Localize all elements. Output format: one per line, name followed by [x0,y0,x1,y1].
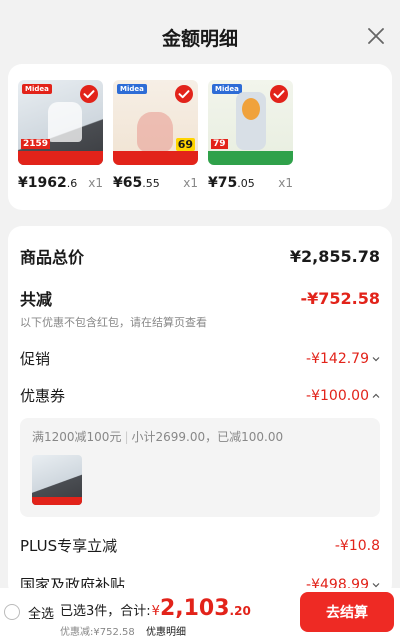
discount-text: 优惠减:¥752.58 [60,627,135,638]
promo-price-tag: 69 [175,138,195,151]
promo-price-tag: 2159 [21,139,51,149]
promo-value: -¥142.79 [306,350,369,367]
promo-band [113,151,198,165]
price-main: ¥1962 [18,175,67,191]
discount-detail-link[interactable]: 优惠明细 [146,623,186,638]
chevron-up-icon [372,393,380,398]
selected-text: 已选3件，合计: [60,604,151,619]
price-decimal: .55 [142,177,160,190]
total-row: 商品总价 ¥2,855.78 [20,226,380,268]
coupon-value-wrap: -¥100.00 [306,388,380,404]
blender-product-photo: Midea 79 [208,80,293,165]
total-summary: 已选3件，合计: ¥ 2,103 .20 [60,596,251,621]
product-meta: ¥75.05 x1 [208,175,293,191]
total-amount: 2,103 [159,596,230,621]
brand-badge: Midea [22,84,52,94]
price-decimal: .6 [66,177,78,190]
total-cents: .20 [229,604,251,618]
close-icon[interactable] [366,26,386,46]
total-currency: ¥ [151,604,160,619]
coupon-product-thumbnail [32,455,82,505]
coupon-value: -¥100.00 [306,387,369,404]
coupon-detail-panel: 满1200减100元 | 小计2699.00，已减100.00 [20,418,380,517]
plus-row: PLUS专享立减 -¥10.8 [20,535,380,556]
check-badge-icon [270,85,288,103]
coupon-rule: 满1200减100元 [32,430,122,444]
coupon-row[interactable]: 优惠券 -¥100.00 [20,385,380,406]
product-item[interactable]: Midea 79 ¥75.05 x1 [208,80,293,210]
product-meta: ¥65.55 x1 [113,175,198,191]
product-item[interactable]: Midea 69 ¥65.55 x1 [113,80,198,210]
product-price: ¥65.55 [113,175,160,191]
select-all-label[interactable]: 全选 [28,603,54,622]
product-quantity: x1 [88,176,103,190]
promo-label: 促销 [20,350,51,368]
reduce-row: 共减 -¥752.58 [20,286,380,310]
food-chopper-product-photo: Midea 69 [113,80,198,165]
sheet-header: 金额明细 [0,8,400,64]
promo-price-tag: 79 [211,139,228,149]
amount-breakdown: 商品总价 ¥2,855.78 共减 -¥752.58 以下优惠不包含红包，请在结… [8,226,392,598]
select-all-radio[interactable] [4,604,20,620]
product-shape [48,102,82,142]
promo-band [32,497,82,505]
reduce-value: -¥752.58 [300,288,380,308]
amount-detail-sheet: 金额明细 Midea 2159 ¥1962.6 x1 Midea 69 ¥65.… [0,8,400,598]
product-quantity: x1 [278,176,293,190]
promo-band [208,151,293,165]
check-badge-icon [80,85,98,103]
coupon-calc: 小计2699.00，已减100.00 [131,430,284,444]
product-meta: ¥1962.6 x1 [18,175,103,191]
price-decimal: .05 [237,177,255,190]
product-shape-fruit [242,98,260,120]
product-item[interactable]: Midea 2159 ¥1962.6 x1 [18,80,103,210]
checkout-bar: 全选 已选3件，合计: ¥ 2,103 .20 优惠减:¥752.58 优惠明细… [0,588,400,643]
brand-badge: Midea [117,84,147,94]
check-badge-icon [175,85,193,103]
range-hood-product-photo: Midea 2159 [18,80,103,165]
product-price: ¥1962.6 [18,175,77,191]
product-price: ¥75.05 [208,175,255,191]
brand-badge: Midea [212,84,242,94]
price-main: ¥65 [113,175,143,191]
sheet-title: 金额明细 [161,28,238,50]
promo-band [18,151,103,165]
coupon-label: 优惠券 [20,387,66,405]
reduce-note: 以下优惠不包含红包，请在结算页查看 [20,316,207,329]
product-quantity: x1 [183,176,198,190]
total-value: ¥2,855.78 [289,246,380,266]
plus-label: PLUS专享立减 [20,537,118,555]
promo-value-wrap: -¥142.79 [306,351,380,367]
reduce-label: 共减 [20,290,53,309]
total-label: 商品总价 [20,248,85,267]
product-shape [137,112,173,152]
plus-value: -¥10.8 [334,537,380,554]
checkout-button[interactable]: 去结算 [300,592,394,632]
coupon-detail-line: 满1200减100元 | 小计2699.00，已减100.00 [32,428,368,445]
chevron-down-icon [372,356,380,361]
product-list: Midea 2159 ¥1962.6 x1 Midea 69 ¥65.55 x1… [8,64,392,210]
divider: | [124,430,129,444]
reduce-block: 共减 -¥752.58 以下优惠不包含红包，请在结算页查看 [20,286,380,330]
promo-row[interactable]: 促销 -¥142.79 [20,348,380,369]
price-main: ¥75 [208,175,238,191]
